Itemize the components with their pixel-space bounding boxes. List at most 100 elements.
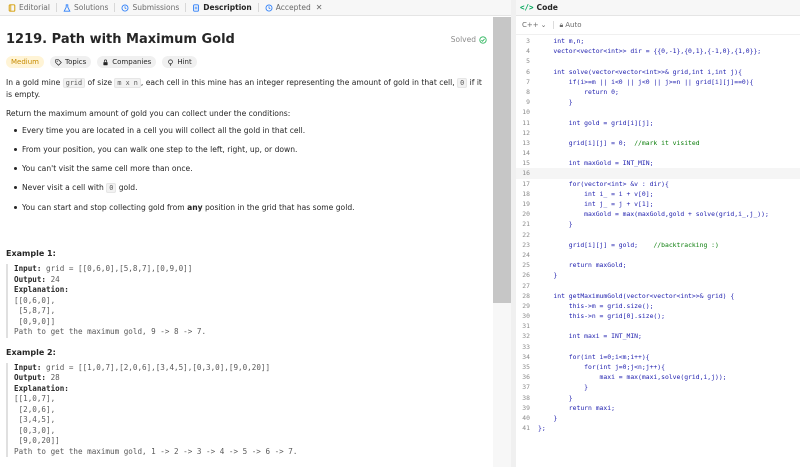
code-line[interactable]: 35 for(int j=0;j<n;j++){ [516, 362, 800, 372]
code-line[interactable]: 40 } [516, 413, 800, 423]
tab-submissions[interactable]: Submissions [115, 0, 185, 16]
code-line[interactable]: 23 grid[i][j] = gold; //backtracking :) [516, 240, 800, 250]
scrollbar-thumb[interactable] [493, 17, 511, 303]
code-line[interactable]: 30 this->n = grid[0].size(); [516, 311, 800, 321]
toolbar-divider [552, 21, 554, 29]
tab-description[interactable]: Description [186, 0, 258, 16]
line-number: 14 [522, 149, 530, 158]
tab-solutions[interactable]: Solutions [57, 0, 114, 16]
code-line[interactable]: 14 [516, 148, 800, 158]
auto-mode-toggle[interactable]: 🔒︎ Auto [560, 21, 582, 30]
line-number: 15 [522, 159, 530, 168]
line-number: 5 [526, 57, 530, 66]
code-line[interactable]: 39 return maxi; [516, 403, 800, 413]
code-line[interactable]: 11 int gold = grid[i][j]; [516, 118, 800, 128]
close-icon[interactable]: ✕ [316, 3, 323, 12]
code-line[interactable]: 10 [516, 107, 800, 117]
code-line[interactable]: 8 return 0; [516, 87, 800, 97]
chevron-down-icon: ⌄ [540, 21, 547, 29]
line-number: 36 [522, 373, 530, 382]
code-text: int maxi = INT_MIN; [538, 332, 642, 341]
code-line[interactable]: 29 this->m = grid.size(); [516, 301, 800, 311]
line-number: 8 [526, 87, 530, 96]
code-line[interactable]: 24 [516, 250, 800, 260]
topics-button[interactable]: Topics [50, 56, 92, 68]
line-number: 4 [526, 47, 530, 56]
code-line[interactable]: 9 } [516, 97, 800, 107]
code-line[interactable]: 12 [516, 128, 800, 138]
code-text: for(int i=0;i<m;i++){ [538, 352, 650, 361]
code-text: return maxi; [538, 403, 615, 412]
code-text: this->m = grid.size(); [538, 301, 654, 310]
line-number: 11 [522, 118, 530, 127]
code-text: grid[i][j] = gold; //backtracking :) [538, 240, 719, 249]
code-text: } [538, 383, 589, 392]
tab-label: Accepted [275, 3, 311, 12]
language-select[interactable]: C++ ⌄ [522, 21, 547, 29]
code-line[interactable]: 18 int i_ = i + v[0]; [516, 189, 800, 199]
lock-icon [103, 59, 108, 65]
code-text: grid[i][j] = 0; //mark it visited [538, 138, 700, 147]
line-number: 10 [522, 108, 530, 117]
code-line[interactable]: 34 for(int i=0;i<m;i++){ [516, 352, 800, 362]
list-item: From your position, you can walk one ste… [14, 144, 487, 155]
tab-accepted[interactable]: Accepted ✕ [259, 0, 329, 16]
code-line[interactable]: 4 vector<vector<int>> dir = {{0,-1},{0,1… [516, 46, 800, 56]
code-line[interactable]: 6 int solve(vector<vector<int>>& grid,in… [516, 67, 800, 77]
code-line[interactable]: 32 int maxi = INT_MIN; [516, 331, 800, 341]
editor-toolbar: C++ ⌄ 🔒︎ Auto [516, 16, 800, 35]
hint-button[interactable]: Hint [162, 56, 197, 68]
problem-description: 1219. Path with Maximum Gold Solved Medi… [0, 17, 493, 467]
tab-editorial[interactable]: Editorial [2, 0, 56, 16]
inline-code: m x n [114, 78, 141, 88]
code-line[interactable]: 16 [516, 168, 800, 179]
line-number: 31 [522, 322, 530, 331]
code-line[interactable]: 28 int getMaximumGold(vector<vector<int>… [516, 291, 800, 301]
description-text: In a gold mine grid of size m x n, each … [6, 78, 482, 99]
code-editor[interactable]: 3 int m,n; 4 vector<vector<int>> dir = {{… [516, 36, 800, 467]
code-line[interactable]: 7 if(i>=m || i<0 || j<0 || j>=n || grid[… [516, 77, 800, 87]
code-panel: </> Code C++ ⌄ 🔒︎ Auto 3 int m,n; 4 vecto… [516, 0, 800, 467]
code-panel-header: </> Code [516, 0, 800, 16]
code-line[interactable]: 26 } [516, 270, 800, 280]
code-line[interactable]: 38 } [516, 393, 800, 403]
code-line[interactable]: 22 [516, 230, 800, 240]
code-line[interactable]: 19 int j_ = j + v[1]; [516, 199, 800, 209]
code-line[interactable]: 36 maxi = max(maxi,solve(grid,i,j)); [516, 372, 800, 382]
companies-button[interactable]: Companies [97, 56, 157, 68]
code-text: for(vector<int> &v : dir){ [538, 179, 669, 188]
code-line[interactable]: 3 int m,n; [516, 36, 800, 46]
code-text: } [538, 393, 573, 402]
document-icon [192, 3, 200, 12]
list-item: You can't visit the same cell more than … [14, 163, 487, 174]
line-number: 23 [522, 240, 530, 249]
code-line[interactable]: 17 for(vector<int> &v : dir){ [516, 179, 800, 189]
book-icon [8, 3, 16, 12]
code-line[interactable]: 15 int maxGold = INT_MIN; [516, 158, 800, 168]
example-2-box: Input: grid = [[1,0,7],[2,0,6],[3,4,5],[… [6, 362, 487, 457]
code-line[interactable]: 21 } [516, 219, 800, 229]
line-number: 3 [526, 37, 530, 45]
list-item: Never visit a cell with 0 gold. [14, 182, 487, 194]
code-text: this->n = grid[0].size(); [538, 312, 665, 321]
line-number: 38 [522, 393, 530, 402]
code-line[interactable]: 27 [516, 281, 800, 291]
difficulty-badge: Medium [6, 56, 44, 68]
line-number: 32 [522, 332, 530, 341]
code-line[interactable]: 5 [516, 56, 800, 66]
code-line[interactable]: 13 grid[i][j] = 0; //mark it visited [516, 138, 800, 148]
code-text: int gold = grid[i][j]; [538, 118, 654, 127]
scrollbar-track[interactable] [493, 303, 511, 467]
code-line[interactable]: 31 [516, 321, 800, 331]
code-line[interactable]: 37 } [516, 382, 800, 392]
description-scrollbar[interactable] [493, 17, 511, 467]
code-text: } [538, 271, 558, 280]
code-line[interactable]: 20 maxGold = max(maxGold,gold + solve(gr… [516, 209, 800, 219]
code-line[interactable]: 33 [516, 342, 800, 352]
code-line[interactable]: 41}; [516, 423, 800, 433]
code-line[interactable]: 25 return maxGold; [516, 260, 800, 270]
